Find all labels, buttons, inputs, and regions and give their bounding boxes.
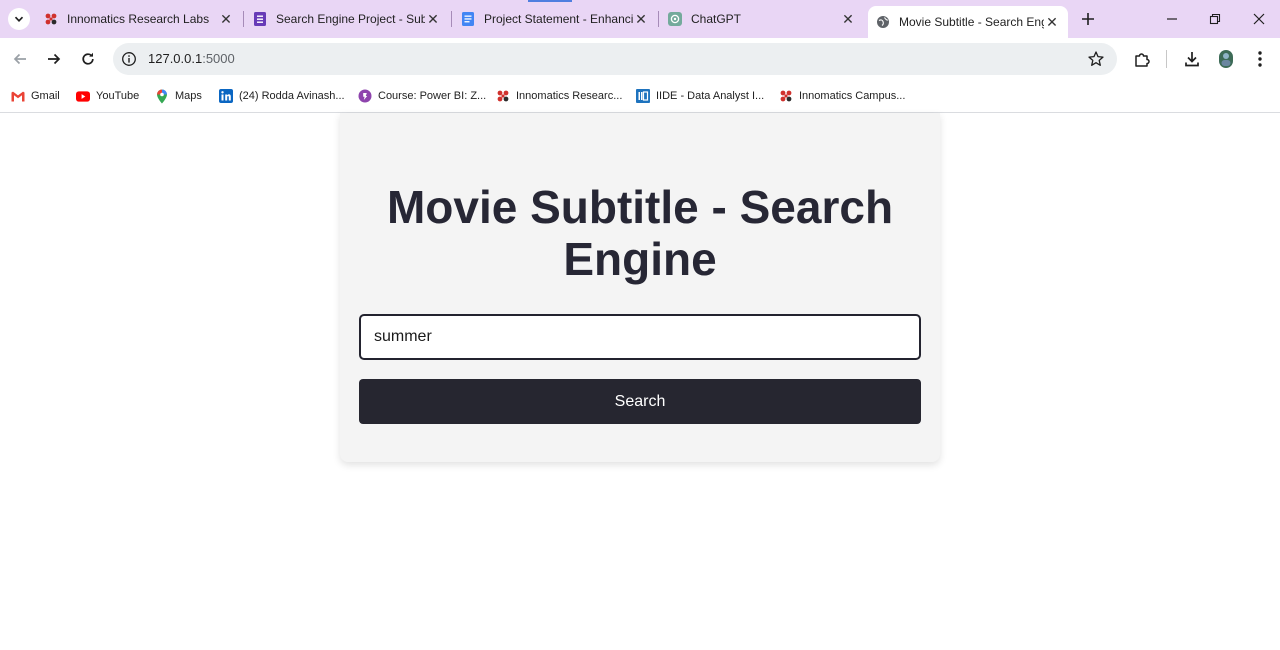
- minimize-button[interactable]: [1162, 9, 1182, 29]
- bookmark-gmail[interactable]: Gmail: [11, 87, 60, 105]
- close-icon[interactable]: ✕: [633, 11, 649, 27]
- url-text[interactable]: 127.0.0.1:5000: [148, 51, 235, 66]
- bookmark-innomatics-research[interactable]: Innomatics Researc...: [496, 87, 622, 105]
- tab-search-engine-project[interactable]: Search Engine Project - Subm ✕: [253, 0, 441, 38]
- browser-toolbar: 127.0.0.1:5000: [0, 38, 1280, 80]
- reload-icon: [82, 52, 94, 65]
- menu-button[interactable]: [1249, 48, 1271, 70]
- bookmark-innomatics-campus[interactable]: Innomatics Campus...: [779, 87, 905, 105]
- bookmark-youtube[interactable]: YouTube: [76, 87, 139, 105]
- bookmark-course-power-bi[interactable]: Course: Power BI: Z...: [358, 87, 486, 105]
- close-icon: [1253, 13, 1265, 25]
- close-window-button[interactable]: [1249, 9, 1269, 29]
- bookmark-label: Course: Power BI: Z...: [378, 90, 487, 102]
- tab-project-statement[interactable]: Project Statement - Enhancin ✕: [461, 0, 649, 38]
- linkedin-icon: [219, 89, 233, 103]
- maps-icon: [155, 89, 169, 103]
- tab-separator: [658, 11, 659, 27]
- site-info-icon[interactable]: [121, 51, 137, 67]
- toolbar-divider: [1166, 50, 1167, 68]
- bookmark-maps[interactable]: Maps: [155, 87, 202, 105]
- minimize-icon: [1167, 18, 1177, 20]
- bookmark-label: Innomatics Campus...: [799, 90, 906, 102]
- chatgpt-icon: [668, 12, 682, 26]
- downloads-button[interactable]: [1181, 48, 1203, 70]
- bookmark-label: Innomatics Researc...: [516, 90, 623, 102]
- search-card: Movie Subtitle - Search Engine Search: [340, 113, 940, 462]
- address-bar[interactable]: 127.0.0.1:5000: [113, 43, 1117, 75]
- forward-button[interactable]: [43, 48, 65, 70]
- url-host: 127.0.0.1: [148, 51, 203, 66]
- tab-chatgpt[interactable]: ChatGPT ✕: [668, 0, 856, 38]
- google-forms-icon: [253, 12, 267, 26]
- course-icon: [358, 89, 372, 103]
- innomatics-logo-icon: [44, 12, 58, 26]
- tab-innomatics[interactable]: Innomatics Research Labs ✕: [44, 0, 234, 38]
- download-icon: [1185, 52, 1199, 67]
- bookmark-star-icon[interactable]: [1087, 50, 1105, 68]
- chevron-down-icon: [14, 16, 24, 23]
- bookmark-linkedin[interactable]: (24) Rodda Avinash...: [219, 87, 345, 105]
- innomatics-logo-icon: [496, 89, 510, 103]
- close-icon[interactable]: ✕: [840, 11, 856, 27]
- new-tab-button[interactable]: [1078, 9, 1098, 29]
- innomatics-logo-icon: [779, 89, 793, 103]
- bookmark-label: (24) Rodda Avinash...: [239, 90, 345, 102]
- more-vertical-icon: [1258, 51, 1262, 67]
- puzzle-icon: [1135, 53, 1150, 67]
- youtube-icon: [76, 89, 90, 103]
- page-content: Movie Subtitle - Search Engine Search: [0, 113, 1280, 650]
- extensions-button[interactable]: [1131, 48, 1153, 70]
- arrow-right-icon: [48, 53, 61, 65]
- tab-search-button[interactable]: [8, 8, 30, 30]
- tab-separator: [243, 11, 244, 27]
- url-port: :5000: [202, 51, 235, 66]
- arrow-left-icon: [13, 53, 26, 65]
- bookmarks-bar: Gmail YouTube Maps (24) Rodda Avinash...…: [0, 80, 1280, 113]
- search-input[interactable]: [359, 314, 921, 360]
- reload-button[interactable]: [77, 48, 99, 70]
- google-docs-icon: [461, 12, 475, 26]
- bookmark-label: Gmail: [31, 90, 60, 102]
- tab-title: Movie Subtitle - Search Engi: [899, 15, 1044, 29]
- gmail-icon: [11, 89, 25, 103]
- bookmark-label: YouTube: [96, 90, 140, 102]
- tab-movie-subtitle[interactable]: Movie Subtitle - Search Engi ✕: [868, 6, 1068, 38]
- profile-avatar[interactable]: [1215, 48, 1237, 70]
- tab-title: Search Engine Project - Subm: [276, 12, 425, 26]
- search-button[interactable]: Search: [359, 379, 921, 424]
- plus-icon: [1082, 13, 1094, 25]
- avatar-icon: [1219, 50, 1233, 68]
- close-icon[interactable]: ✕: [1044, 14, 1060, 30]
- iide-icon: [636, 89, 650, 103]
- restore-icon: [1209, 13, 1221, 25]
- page-title: Movie Subtitle - Search Engine: [386, 181, 894, 285]
- tab-title: Project Statement - Enhancin: [484, 12, 633, 26]
- bookmark-iide[interactable]: IIDE - Data Analyst I...: [636, 87, 764, 105]
- bookmark-label: Maps: [175, 90, 202, 102]
- close-icon[interactable]: ✕: [218, 11, 234, 27]
- tab-separator: [451, 11, 452, 27]
- tab-title: Innomatics Research Labs: [67, 12, 210, 26]
- close-icon[interactable]: ✕: [425, 11, 441, 27]
- globe-icon: [876, 15, 890, 29]
- bookmark-label: IIDE - Data Analyst I...: [656, 90, 765, 102]
- restore-button[interactable]: [1205, 9, 1225, 29]
- tab-strip: Innomatics Research Labs ✕ Search Engine…: [0, 0, 1280, 38]
- tab-title: ChatGPT: [691, 12, 742, 26]
- back-button[interactable]: [9, 48, 31, 70]
